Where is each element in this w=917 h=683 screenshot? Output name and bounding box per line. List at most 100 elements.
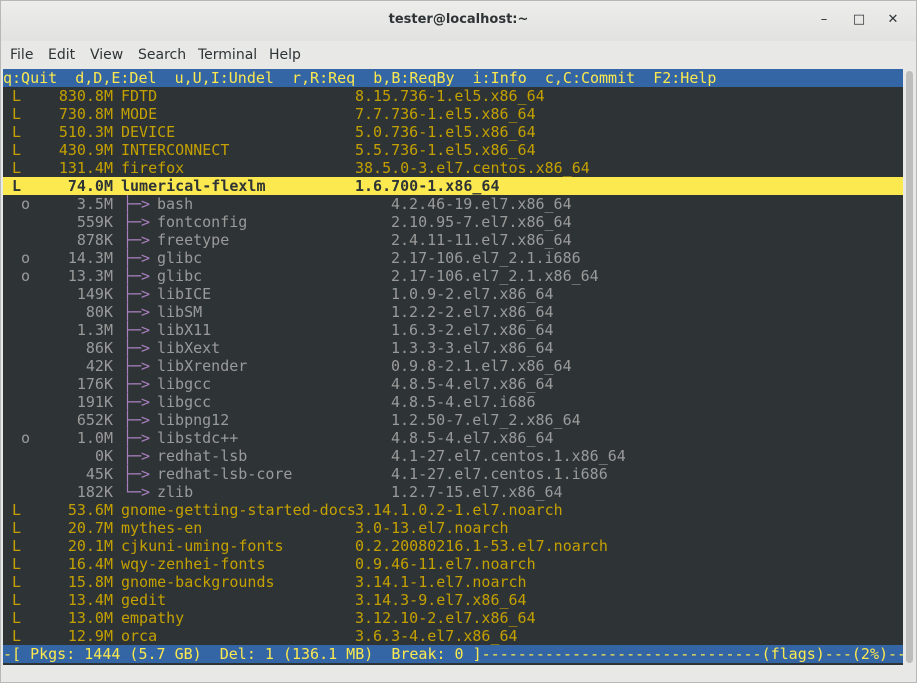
package-version: 5.5.736-1.el5.x86_64 [355, 141, 536, 159]
scrollbar[interactable] [904, 69, 916, 665]
package-version: 4.2.46-19.el7.x86_64 [391, 195, 572, 213]
package-size: 13.3M [67, 267, 113, 285]
package-row[interactable]: L 13.0M empathy 3.12.10-2.el7.x86_64 [3, 609, 903, 627]
dependency-arrow-icon: ├─> [123, 447, 151, 465]
package-size: 191K [76, 393, 113, 411]
package-row[interactable]: L 730.8M MODE 7.7.736-1.el5.x86_64 [3, 105, 903, 123]
package-row[interactable]: L 510.3M DEVICE 5.0.736-1.el5.x86_64 [3, 123, 903, 141]
package-row[interactable]: L 16.4M wqy-zenhei-fonts 0.9.46-11.el7.noar… [3, 555, 903, 573]
dependency-arrow-icon: └─> [123, 483, 151, 501]
terminal-window: tester@localhost:~ – □ ✕ File Edit View … [0, 0, 917, 683]
package-version: 1.6.700-1.x86_64 [355, 177, 500, 195]
package-size: 510.3M [58, 123, 113, 141]
package-name: cjkuni-uming-fonts [121, 537, 284, 555]
dependency-arrow-icon: ├─> [123, 285, 151, 303]
package-name: zlib [157, 483, 194, 501]
package-size: 74.0M [67, 177, 113, 195]
package-row[interactable]: 191K ├─> libgcc 4.8.5-4.el7.i686 [3, 393, 903, 411]
package-name: FDTD [121, 87, 158, 105]
package-row[interactable]: L 13.4M gedit 3.14.3-9.el7.x86_64 [3, 591, 903, 609]
package-row[interactable]: 878K ├─> freetype 2.4.11-11.el7.x86_64 [3, 231, 903, 249]
package-version: 5.0.736-1.el5.x86_64 [355, 123, 536, 141]
minimize-icon[interactable]: – [813, 9, 835, 31]
package-name: wqy-zenhei-fonts [121, 555, 266, 573]
package-size: 0K [94, 447, 113, 465]
status-bar: -[ Pkgs: 1444 (5.7 GB) Del: 1 (136.1 MB)… [3, 645, 903, 663]
package-row[interactable]: o 14.3M ├─> glibc 2.17-106.el7_2.1.i686 [3, 249, 903, 267]
package-name: libstdc++ [157, 429, 239, 447]
package-row[interactable]: 1.3M ├─> libX11 1.6.3-2.el7.x86_64 [3, 321, 903, 339]
menu-search[interactable]: Search [138, 47, 186, 63]
menu-file[interactable]: File [10, 47, 33, 63]
package-row[interactable]: 0K ├─> redhat-lsb 4.1-27.el7.centos.1.x86_6… [3, 447, 903, 465]
package-name: libgcc [157, 393, 212, 411]
package-name: libX11 [157, 321, 212, 339]
package-row[interactable]: L 15.8M gnome-backgrounds 3.14.1-1.el7.noar… [3, 573, 903, 591]
package-version: 1.2.7-15.el7.x86_64 [391, 483, 563, 501]
menu-terminal[interactable]: Terminal [198, 47, 257, 63]
package-name: libXrender [157, 357, 248, 375]
package-row[interactable]: L 20.7M mythes-en 3.0-13.el7.noarch [3, 519, 903, 537]
dependency-arrow-icon: ├─> [123, 339, 151, 357]
package-name: gnome-getting-started-docs [121, 501, 356, 519]
package-version: 1.0.9-2.el7.x86_64 [391, 285, 554, 303]
package-row[interactable]: L 12.9M orca 3.6.3-4.el7.x86_64 [3, 627, 903, 645]
dependency-arrow-icon: ├─> [123, 411, 151, 429]
package-row-selected[interactable]: L 74.0M lumerical-flexlm 1.6.700-1.x86_64 [3, 177, 903, 195]
package-size: 53.6M [67, 501, 113, 519]
close-icon[interactable]: ✕ [882, 9, 904, 31]
package-row[interactable]: o 1.0M ├─> libstdc++ 4.8.5-4.el7.x86_64 [3, 429, 903, 447]
package-row[interactable]: L 430.9M INTERCONNECT 5.5.736-1.el5.x86_64 [3, 141, 903, 159]
package-row[interactable]: 45K ├─> redhat-lsb-core 4.1-27.el7.centos.1… [3, 465, 903, 483]
package-name: DEVICE [121, 123, 176, 141]
menu-view[interactable]: View [90, 47, 123, 63]
dependency-arrow-icon: ├─> [123, 321, 151, 339]
package-row[interactable]: 559K ├─> fontconfig 2.10.95-7.el7.x86_64 [3, 213, 903, 231]
dependency-arrow-icon: ├─> [123, 465, 151, 483]
package-row[interactable]: 80K ├─> libSM 1.2.2-2.el7.x86_64 [3, 303, 903, 321]
menu-help[interactable]: Help [269, 47, 301, 63]
package-version: 7.7.736-1.el5.x86_64 [355, 105, 536, 123]
package-version: 1.2.50-7.el7_2.x86_64 [391, 411, 581, 429]
package-version: 4.1-27.el7.centos.1.x86_64 [391, 447, 626, 465]
package-size: 652K [76, 411, 113, 429]
dependency-arrow-icon: ├─> [123, 195, 151, 213]
package-version: 1.6.3-2.el7.x86_64 [391, 321, 554, 339]
package-row[interactable]: o 3.5M ├─> bash 4.2.46-19.el7.x86_64 [3, 195, 903, 213]
package-size: 1.3M [76, 321, 113, 339]
package-size: 45K [85, 465, 113, 483]
package-version: 4.8.5-4.el7.x86_64 [391, 375, 554, 393]
package-size: 14.3M [67, 249, 113, 267]
scrollbar-thumb[interactable] [906, 71, 913, 663]
package-version: 3.12.10-2.el7.x86_64 [355, 609, 536, 627]
terminal-area[interactable]: q:Quit d,D,E:Del u,U,I:Undel r,R:Req b,B… [3, 69, 903, 665]
package-row[interactable]: L 20.1M cjkuni-uming-fonts 0.2.20080216.1-5… [3, 537, 903, 555]
package-size: 16.4M [67, 555, 113, 573]
window-bottom-edge [1, 665, 916, 682]
package-version: 3.6.3-4.el7.x86_64 [355, 627, 518, 645]
package-version: 2.4.11-11.el7.x86_64 [391, 231, 572, 249]
package-row[interactable]: L 131.4M firefox 38.5.0-3.el7.centos.x86_64 [3, 159, 903, 177]
package-size: 3.5M [76, 195, 113, 213]
package-version: 2.17-106.el7_2.1.x86_64 [391, 267, 599, 285]
package-row[interactable]: 652K ├─> libpng12 1.2.50-7.el7_2.x86_64 [3, 411, 903, 429]
package-row[interactable]: 149K ├─> libICE 1.0.9-2.el7.x86_64 [3, 285, 903, 303]
package-name: libpng12 [157, 411, 230, 429]
package-row[interactable]: L 830.8M FDTD 8.15.736-1.el5.x86_64 [3, 87, 903, 105]
package-row[interactable]: 42K ├─> libXrender 0.9.8-2.1.el7.x86_64 [3, 357, 903, 375]
package-row[interactable]: 86K ├─> libXext 1.3.3-3.el7.x86_64 [3, 339, 903, 357]
package-size: 878K [76, 231, 113, 249]
package-version: 3.0-13.el7.noarch [355, 519, 509, 537]
package-version: 3.14.1-1.el7.noarch [355, 573, 527, 591]
package-size: 20.1M [67, 537, 113, 555]
package-row[interactable]: o 13.3M ├─> glibc 2.17-106.el7_2.1.x86_64 [3, 267, 903, 285]
package-version: 4.8.5-4.el7.i686 [391, 393, 536, 411]
package-row[interactable]: L 53.6M gnome-getting-started-docs 3.14.1.0… [3, 501, 903, 519]
dependency-arrow-icon: ├─> [123, 429, 151, 447]
package-name: libICE [157, 285, 212, 303]
menu-edit[interactable]: Edit [48, 47, 75, 63]
title-bar[interactable]: tester@localhost:~ – □ ✕ [1, 1, 916, 41]
package-row[interactable]: 176K ├─> libgcc 4.8.5-4.el7.x86_64 [3, 375, 903, 393]
package-row[interactable]: 182K └─> zlib 1.2.7-15.el7.x86_64 [3, 483, 903, 501]
maximize-icon[interactable]: □ [848, 9, 870, 31]
